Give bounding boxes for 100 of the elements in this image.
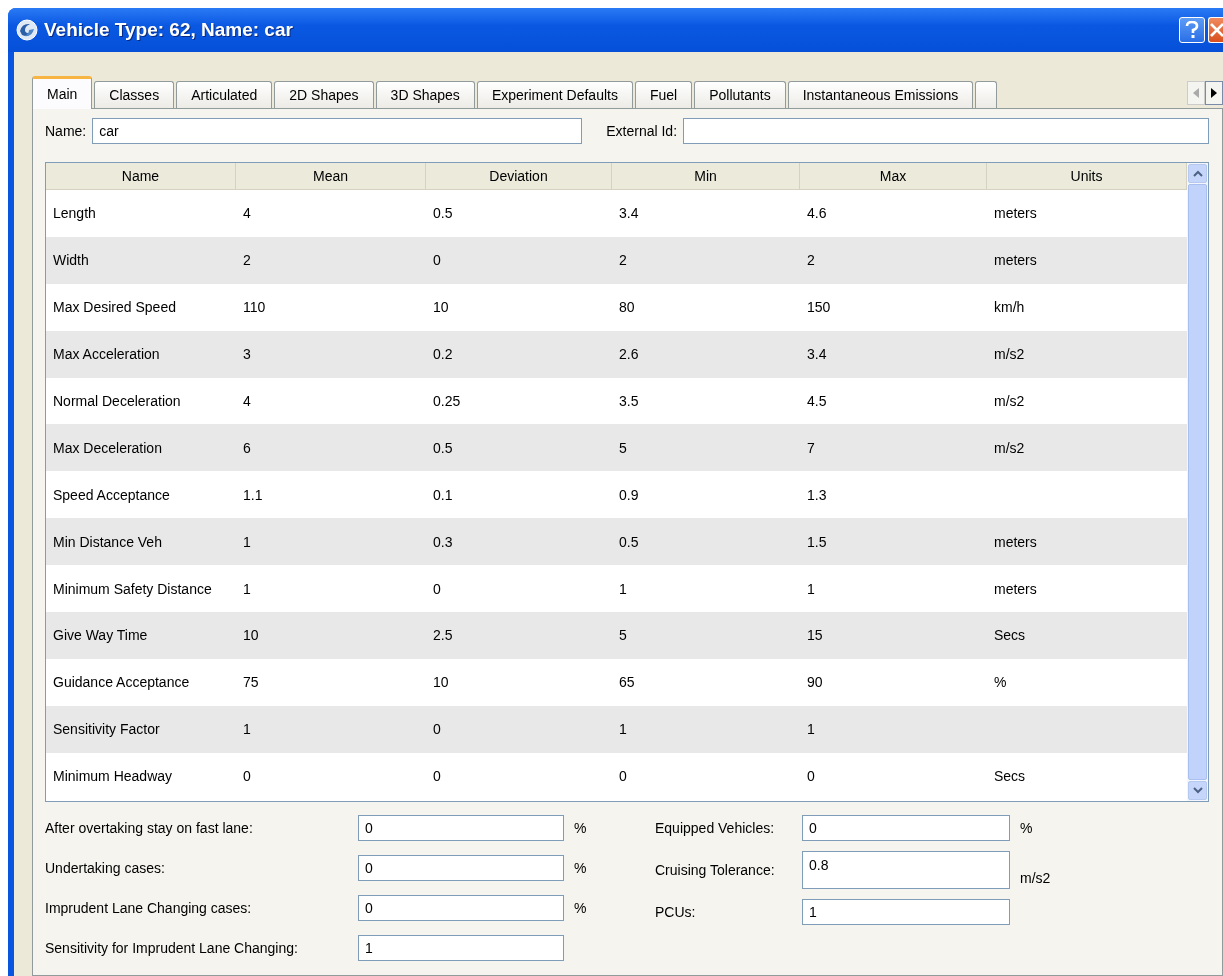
input-field[interactable]: 1 — [802, 899, 1010, 925]
close-button[interactable] — [1208, 17, 1223, 43]
table-cell: 1.3 — [807, 486, 827, 503]
unit-label: % — [574, 860, 587, 876]
table-cell: Normal Deceleration — [53, 393, 181, 409]
table-cell: 2.6 — [619, 346, 639, 363]
table-cell: 4 — [243, 205, 251, 222]
table-cell: meters — [994, 580, 1037, 597]
table-cell: 0 — [433, 252, 441, 269]
table-cell: 10 — [433, 674, 449, 691]
down-chevron-icon[interactable] — [1192, 787, 1203, 794]
column-header[interactable]: Deviation — [426, 163, 612, 189]
name-field[interactable]: car — [92, 118, 583, 144]
table-cell: 0.9 — [619, 486, 639, 503]
field-label: Cruising Tolerance: — [655, 862, 776, 878]
table-cell: 4.5 — [807, 393, 827, 409]
field-label: Name: — [45, 123, 87, 139]
swirl-icon — [16, 19, 38, 41]
table-cell: Minimum Safety Distance — [53, 580, 212, 597]
close-icon[interactable] — [1209, 22, 1223, 38]
tab[interactable]: Pollutants — [694, 81, 786, 108]
scroll-down-button[interactable] — [1188, 781, 1207, 800]
scroll-up-button[interactable] — [1188, 164, 1207, 183]
table-cell: 0 — [433, 768, 441, 785]
question-mark-icon[interactable] — [1185, 21, 1199, 39]
table-cell: m/s2 — [994, 439, 1025, 456]
tab[interactable]: 3D Shapes — [375, 81, 475, 108]
table-cell: 0.2 — [433, 346, 453, 363]
table-cell: meters — [994, 533, 1037, 550]
left-triangle-icon[interactable] — [1193, 88, 1199, 98]
table-cell: km/h — [994, 299, 1025, 316]
input-field[interactable]: 0 — [358, 815, 564, 841]
tab[interactable]: 2D Shapes — [274, 81, 374, 108]
table-cell: 4 — [243, 393, 251, 409]
unit-label: % — [574, 900, 587, 916]
tab[interactable]: Instantaneous Emissions — [787, 81, 974, 108]
input-field[interactable]: 0 — [802, 815, 1010, 841]
tab[interactable]: Classes — [94, 81, 175, 108]
input-field[interactable]: 0 — [358, 895, 564, 921]
scrollbar[interactable] — [1187, 163, 1208, 801]
table-cell: 5 — [619, 439, 627, 456]
table-cell: 0 — [433, 580, 441, 597]
table-cell: 3.4 — [619, 205, 639, 222]
table-cell: 0.3 — [433, 533, 453, 550]
table-cell: 90 — [807, 674, 823, 691]
table-cell: Secs — [994, 627, 1026, 644]
external-id-field[interactable] — [683, 118, 1209, 144]
table-cell: 3.5 — [619, 393, 639, 409]
help-button[interactable] — [1179, 17, 1205, 43]
column-header[interactable]: Max — [800, 163, 987, 189]
input-field[interactable]: 1 — [358, 935, 564, 961]
window-title: Vehicle Type: 62, Name: car — [44, 19, 293, 41]
column-header[interactable]: Name — [46, 163, 236, 189]
column-header[interactable]: Mean — [236, 163, 426, 189]
table-cell: 3 — [243, 346, 251, 363]
table-cell: 150 — [807, 299, 831, 316]
table-cell: 1 — [243, 533, 251, 550]
table-cell: 0.5 — [433, 205, 453, 222]
field-label: Equipped Vehicles: — [655, 820, 776, 836]
table-cell: 110 — [243, 299, 266, 316]
table-cell: 75 — [243, 674, 259, 691]
table-cell: % — [994, 674, 1007, 691]
up-chevron-icon[interactable] — [1192, 170, 1203, 177]
table-cell: m/s2 — [994, 346, 1025, 363]
right-triangle-icon[interactable] — [1211, 88, 1217, 98]
field-label: Undertaking cases: — [45, 860, 166, 876]
scrollbar-thumb[interactable] — [1188, 184, 1207, 780]
table-cell: Sensitivity Factor — [53, 721, 160, 738]
table-cell: 2 — [243, 252, 251, 269]
tab[interactable]: Main — [32, 76, 93, 109]
table-cell: Max Acceleration — [53, 346, 160, 363]
input-field[interactable]: 0 — [358, 855, 564, 881]
field-label: External Id: — [606, 123, 678, 139]
table-cell: 1.1 — [243, 486, 263, 503]
table-cell: Minimum Headway — [53, 768, 173, 785]
table-cell: 2 — [807, 252, 815, 269]
table-cell: 6 — [243, 439, 251, 456]
table-cell: 1 — [807, 721, 815, 738]
column-header[interactable]: Min — [612, 163, 800, 189]
table-cell: Max Deceleration — [53, 439, 162, 456]
table-cell: 1 — [807, 580, 815, 597]
input-field[interactable]: 0.8 — [802, 851, 1010, 889]
table-cell: 1 — [619, 721, 627, 738]
tab[interactable] — [975, 81, 998, 108]
table-cell: 1 — [619, 580, 627, 597]
scroll-right-button[interactable] — [1205, 81, 1223, 105]
field-label: PCUs: — [655, 904, 697, 920]
table-cell: 0 — [807, 768, 815, 785]
table-cell: meters — [994, 205, 1037, 222]
table-cell: 2.5 — [433, 627, 453, 644]
tab[interactable]: Articulated — [176, 81, 273, 108]
tab[interactable]: Fuel — [634, 81, 693, 108]
table-cell: 1 — [243, 721, 251, 738]
table-cell: 3.4 — [807, 346, 827, 363]
table-cell: 1.5 — [807, 533, 827, 550]
table-cell: m/s2 — [994, 393, 1025, 409]
table-cell: 0.1 — [433, 486, 453, 503]
field-label: Imprudent Lane Changing cases: — [45, 900, 253, 916]
table-cell: 0.25 — [433, 393, 461, 409]
tab[interactable]: Experiment Defaults — [476, 81, 633, 108]
